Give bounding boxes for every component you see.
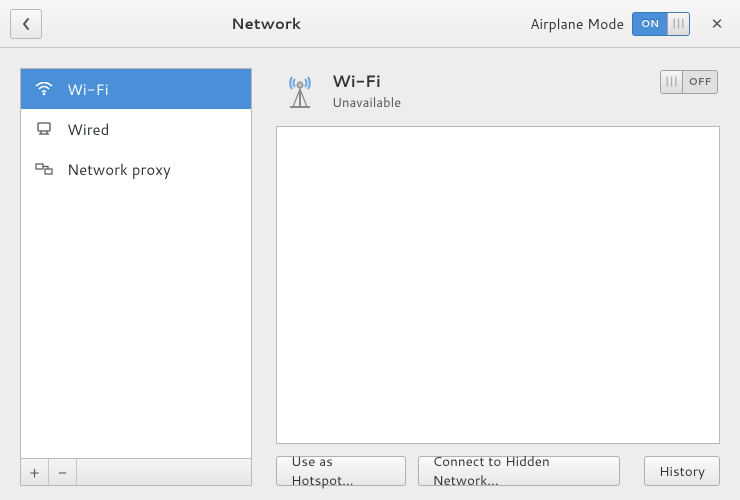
minus-icon: − — [58, 462, 67, 483]
plus-icon: + — [29, 462, 39, 483]
button-label: History — [659, 462, 705, 481]
remove-connection-button[interactable]: − — [49, 459, 77, 485]
hidden-network-button[interactable]: Connect to Hidden Network... — [418, 456, 620, 486]
network-list — [276, 126, 720, 444]
window-title: Network — [2, 13, 530, 34]
switch-thumb: ||| — [661, 71, 683, 93]
history-button[interactable]: History — [644, 456, 720, 486]
sidebar-item-wired[interactable]: Wired — [21, 109, 251, 149]
wifi-icon — [35, 82, 53, 96]
sidebar-item-label: Network proxy — [67, 159, 171, 180]
proxy-icon — [35, 162, 53, 176]
button-label: Use as Hotspot... — [291, 452, 391, 490]
connection-title: Wi-Fi — [332, 70, 401, 93]
sidebar: Wi-Fi Wired Network proxy + − — [20, 68, 252, 486]
wifi-large-icon — [278, 70, 322, 114]
content-area: Wi-Fi Wired Network proxy + − — [0, 48, 740, 500]
hotspot-button[interactable]: Use as Hotspot... — [276, 456, 406, 486]
connection-status: Unavailable — [332, 94, 401, 112]
main-header: Wi-Fi Unavailable ||| OFF — [276, 68, 720, 126]
switch-thumb: ||| — [667, 13, 689, 35]
connection-list: Wi-Fi Wired Network proxy — [20, 68, 252, 458]
main-title-block: Wi-Fi Unavailable — [332, 70, 401, 112]
main-panel: Wi-Fi Unavailable ||| OFF Use as Hotspot… — [276, 68, 720, 486]
airplane-mode-label: Airplane Mode — [530, 14, 624, 34]
wifi-switch[interactable]: ||| OFF — [660, 70, 718, 94]
button-label: Connect to Hidden Network... — [433, 452, 605, 490]
close-button[interactable]: ✕ — [704, 11, 730, 37]
sidebar-item-proxy[interactable]: Network proxy — [21, 149, 251, 189]
wired-icon — [35, 122, 53, 136]
switch-off-label: OFF — [683, 71, 717, 93]
sidebar-toolbar: + − — [20, 458, 252, 486]
sidebar-item-label: Wired — [67, 119, 109, 140]
sidebar-item-label: Wi-Fi — [67, 79, 109, 100]
close-icon: ✕ — [711, 13, 724, 34]
main-button-row: Use as Hotspot... Connect to Hidden Netw… — [276, 456, 720, 486]
airplane-mode-switch[interactable]: ON ||| — [632, 12, 690, 36]
sidebar-item-wifi[interactable]: Wi-Fi — [21, 69, 251, 109]
add-connection-button[interactable]: + — [21, 459, 49, 485]
header-bar: Network Airplane Mode ON ||| ✕ — [0, 0, 740, 48]
switch-on-label: ON — [633, 13, 667, 35]
